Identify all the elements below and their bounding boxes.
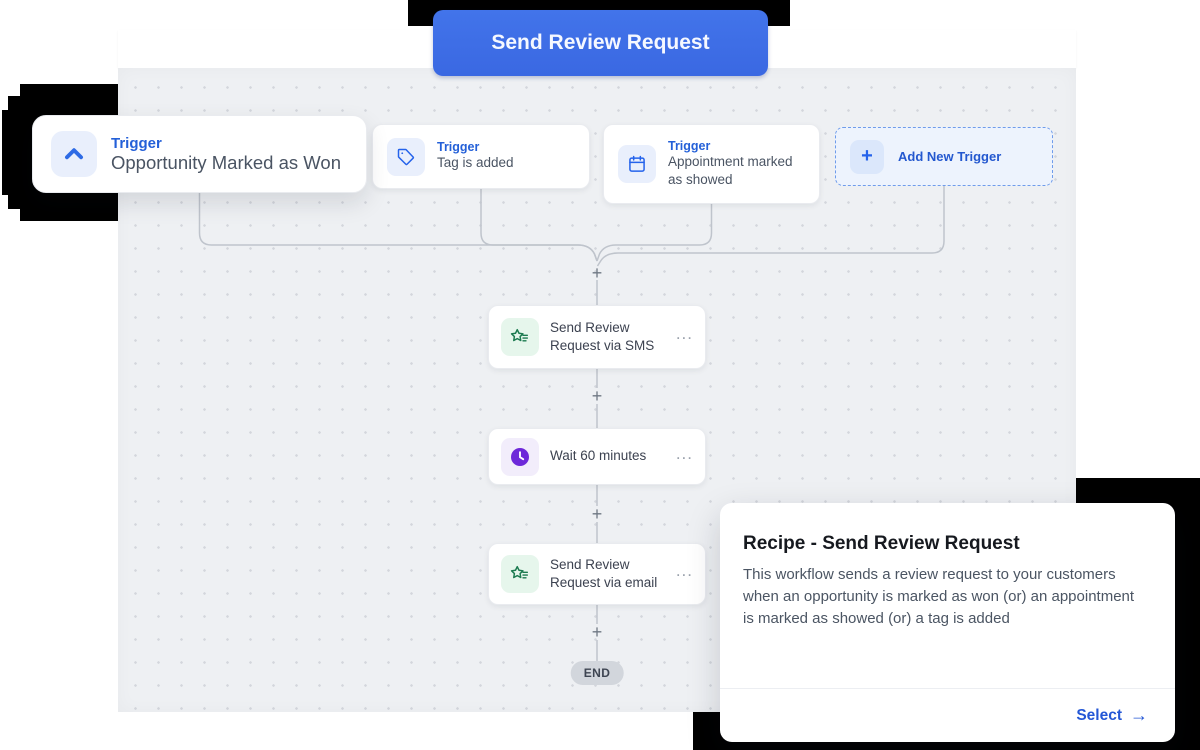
action-card-send-email[interactable]: Send Review Request via email ...: [488, 543, 706, 605]
trigger-label: Trigger: [111, 135, 341, 152]
clock-icon: [501, 438, 539, 476]
recipe-description: This workflow sends a review request to …: [743, 564, 1147, 631]
recipe-panel: Recipe - Send Review Request This workfl…: [720, 503, 1175, 742]
trigger-title: Opportunity Marked as Won: [111, 152, 341, 174]
add-step-button-3[interactable]: +: [587, 504, 607, 524]
decor-black-blob-trigger-step2: [2, 110, 12, 195]
action-title: Wait 60 minutes: [550, 447, 665, 465]
action-title: Send Review Request via SMS: [550, 319, 665, 355]
send-review-request-button[interactable]: Send Review Request: [433, 10, 768, 76]
action-card-send-sms[interactable]: Send Review Request via SMS ...: [488, 305, 706, 369]
trigger-title: Appointment marked as showed: [668, 153, 805, 189]
workflow-recipe-screenshot: + + + + Trigger Opportunity Marked as Wo…: [0, 0, 1200, 750]
calendar-icon: [618, 145, 656, 183]
trigger-card-opportunity-won[interactable]: Trigger Opportunity Marked as Won: [32, 115, 367, 193]
review-star-icon: [501, 555, 539, 593]
recipe-title: Recipe - Send Review Request: [743, 533, 1152, 555]
add-step-button-4[interactable]: +: [587, 622, 607, 642]
ellipsis-menu-icon[interactable]: ...: [676, 329, 693, 345]
trigger-card-tag-added[interactable]: Trigger Tag is added: [372, 124, 590, 189]
end-node: END: [571, 661, 624, 685]
ellipsis-menu-icon[interactable]: ...: [676, 566, 693, 582]
select-label: Select: [1076, 707, 1122, 725]
add-step-button-2[interactable]: +: [587, 386, 607, 406]
add-new-trigger-button[interactable]: + Add New Trigger: [835, 127, 1053, 186]
add-step-button-1[interactable]: +: [587, 263, 607, 283]
arrow-right-icon: →: [1130, 705, 1148, 726]
ellipsis-menu-icon[interactable]: ...: [676, 449, 693, 465]
action-title: Send Review Request via email: [550, 556, 665, 592]
trigger-title: Tag is added: [437, 154, 514, 172]
trigger-label: Trigger: [668, 139, 805, 153]
plus-icon: +: [850, 140, 884, 174]
review-star-icon: [501, 318, 539, 356]
trigger-label: Trigger: [437, 140, 514, 154]
select-button[interactable]: Select →: [1076, 705, 1148, 726]
recipe-footer: Select →: [720, 688, 1175, 742]
tag-icon: [387, 138, 425, 176]
chevron-up-icon: [51, 131, 97, 177]
trigger-card-appointment-showed[interactable]: Trigger Appointment marked as showed: [603, 124, 820, 204]
action-card-wait[interactable]: Wait 60 minutes ...: [488, 428, 706, 485]
add-new-trigger-label: Add New Trigger: [898, 149, 1001, 164]
